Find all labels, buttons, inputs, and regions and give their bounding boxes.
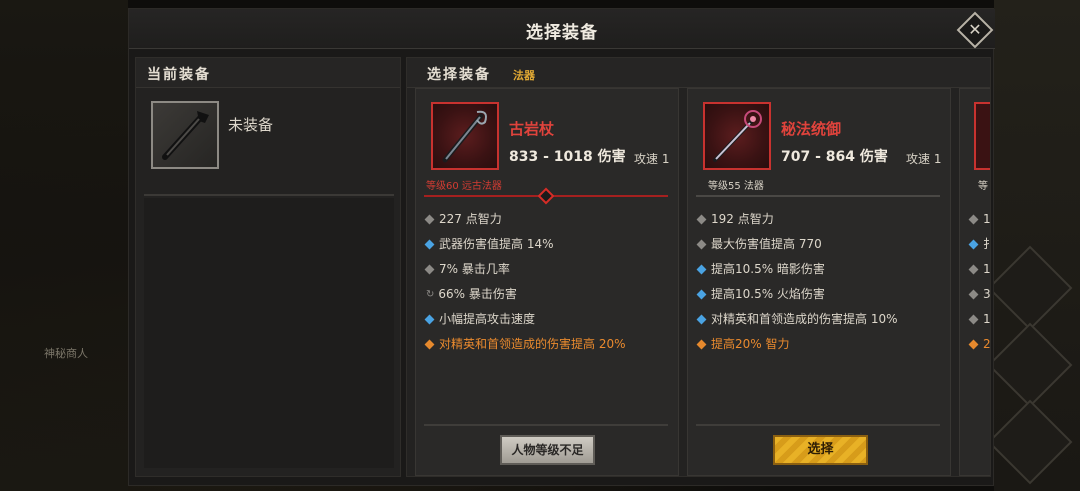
diamond-bullet-icon <box>968 214 979 225</box>
item-stats: 1 扌 1 3 1 2 <box>968 207 990 357</box>
background-scene-left <box>0 0 128 491</box>
stat-line: 192 点智力 <box>696 207 940 232</box>
current-equipment-slot[interactable] <box>151 101 219 169</box>
diamond-bullet-icon <box>424 264 435 275</box>
stat-line: 1 <box>968 207 990 232</box>
stat-line: 对精英和首领造成的伤害提高 10% <box>696 307 940 332</box>
reroll-icon: ↻ <box>426 289 435 300</box>
equipment-type-tag: 法器 <box>513 69 535 82</box>
item-damage: 707 - 864 伤害 <box>781 149 888 165</box>
current-equipment-details <box>144 198 394 468</box>
item-stats: 192 点智力 最大伤害值提高 770 提高10.5% 暗影伤害 提高10.5%… <box>696 207 940 357</box>
diamond-bullet-icon <box>968 339 979 350</box>
diamond-bullet-icon <box>696 289 707 300</box>
level-too-low-button[interactable]: 人物等级不足 <box>500 435 595 465</box>
current-equipment-panel: 当前装备 未装备 <box>135 57 401 477</box>
dialog-header: 选择装备 ✕ <box>129 9 995 49</box>
stat-line: 7% 暴击几率 <box>424 257 668 282</box>
diamond-bullet-icon <box>696 264 707 275</box>
item-level-requirement: 等级60 远古法器 <box>426 181 502 192</box>
diamond-bullet-icon <box>696 214 707 225</box>
item-attack-speed: 攻速 1 <box>634 152 670 166</box>
diamond-bullet-icon <box>968 314 979 325</box>
diamond-bullet-icon <box>696 314 707 325</box>
left-divider <box>144 194 394 196</box>
weapon-icon <box>974 102 990 170</box>
stat-line: 1 <box>968 307 990 332</box>
select-equipment-header: 选择装备 法器 <box>407 58 990 88</box>
current-equipment-label: 未装备 <box>228 116 274 134</box>
current-equipment-header: 当前装备 <box>136 58 400 88</box>
item-attack-speed: 攻速 1 <box>906 152 942 166</box>
item-damage: 833 - 1018 伤害 <box>509 149 626 165</box>
stat-line: 最大伤害值提高 770 <box>696 232 940 257</box>
npc-label: 神秘商人 <box>44 347 88 360</box>
card-bottom-divider <box>424 424 668 426</box>
item-level-requirement: 等级55 法器 <box>708 181 764 192</box>
stat-line-legendary: 对精英和首领造成的伤害提高 20% <box>424 332 668 357</box>
stat-line: 3 <box>968 282 990 307</box>
select-equipment-title: 选择装备 <box>427 67 491 83</box>
select-button[interactable]: 选择 <box>773 435 868 465</box>
dialog-title: 选择装备 <box>526 23 598 43</box>
current-equipment-title: 当前装备 <box>147 67 211 83</box>
diamond-bullet-icon <box>968 239 979 250</box>
equipment-card-partial[interactable]: 等 1 扌 1 3 1 2 <box>959 88 990 476</box>
diamond-bullet-icon <box>968 289 979 300</box>
diamond-bullet-icon <box>424 314 435 325</box>
close-icon: ✕ <box>968 20 982 39</box>
item-name: 秘法统御 <box>781 120 842 138</box>
item-level-requirement: 等 <box>978 181 988 192</box>
equipment-card[interactable]: 秘法统御 707 - 864 伤害 攻速 1 等级55 法器 192 点智力 最… <box>687 88 951 476</box>
diamond-bullet-icon <box>696 239 707 250</box>
select-equipment-panel: 选择装备 法器 古岩杖 833 - 1018 伤害 攻速 1 等级60 远古法器… <box>406 57 991 477</box>
stat-line: 提高10.5% 暗影伤害 <box>696 257 940 282</box>
diamond-bullet-icon <box>424 214 435 225</box>
equipment-card[interactable]: 古岩杖 833 - 1018 伤害 攻速 1 等级60 远古法器 227 点智力… <box>415 88 679 476</box>
stat-line-legendary: 2 <box>968 332 990 357</box>
empty-weapon-silhouette-icon <box>162 111 209 160</box>
wand-icon <box>703 102 771 170</box>
staff-icon <box>431 102 499 170</box>
diamond-bullet-icon <box>424 339 435 350</box>
diamond-bullet-icon <box>696 339 707 350</box>
select-equipment-dialog: 选择装备 ✕ 当前装备 未装备 选择装备 法器 古岩杖 833 - 1018 伤… <box>128 8 995 486</box>
ancient-gem-icon <box>537 187 555 205</box>
stat-line: 武器伤害值提高 14% <box>424 232 668 257</box>
stat-line: ↻ 66% 暴击伤害 <box>424 282 668 307</box>
item-stats: 227 点智力 武器伤害值提高 14% 7% 暴击几率 ↻ 66% 暴击伤害 小幅… <box>424 207 668 357</box>
stat-line: 小幅提高攻击速度 <box>424 307 668 332</box>
diamond-bullet-icon <box>968 264 979 275</box>
stat-line: 提高10.5% 火焰伤害 <box>696 282 940 307</box>
item-name: 古岩杖 <box>509 120 555 138</box>
stat-line: 227 点智力 <box>424 207 668 232</box>
stat-line-legendary: 提高20% 智力 <box>696 332 940 357</box>
diamond-bullet-icon <box>424 239 435 250</box>
card-bottom-divider <box>696 424 940 426</box>
card-divider <box>696 195 940 197</box>
stat-line: 1 <box>968 257 990 282</box>
stat-line: 扌 <box>968 232 990 257</box>
